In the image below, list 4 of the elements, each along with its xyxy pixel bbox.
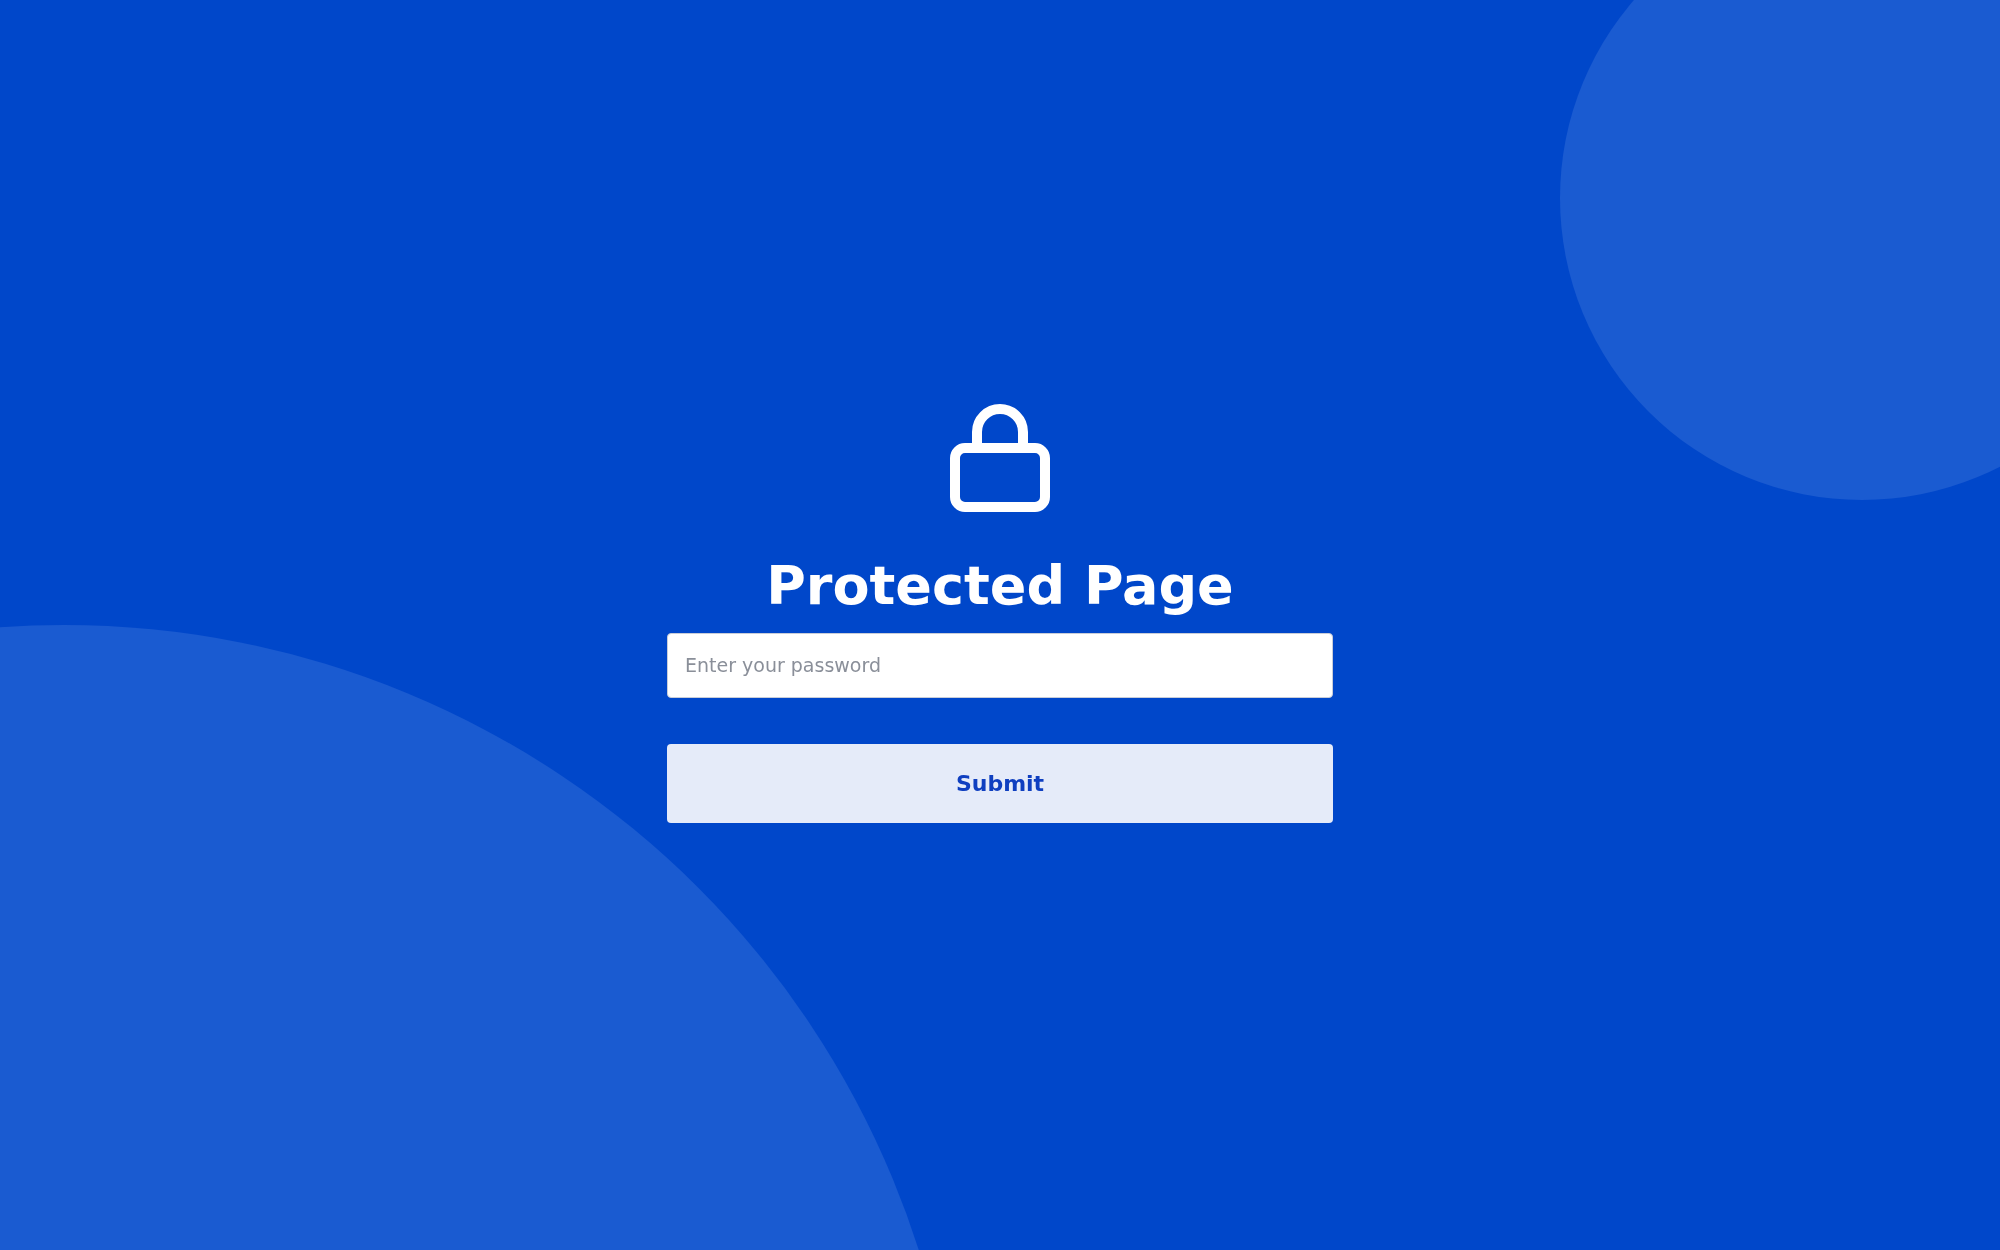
page-title: Protected Page (766, 554, 1234, 619)
password-field[interactable]: Enter your password (667, 632, 1333, 698)
lock-icon (950, 402, 1050, 512)
submit-button[interactable]: Submit (667, 743, 1333, 823)
